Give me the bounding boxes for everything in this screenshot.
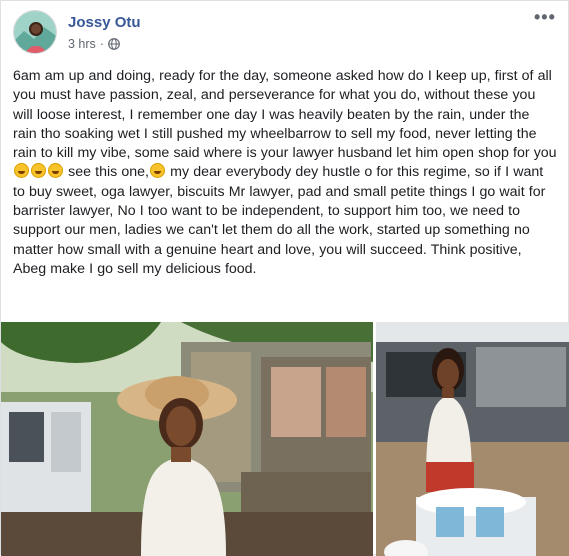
author-name[interactable]: Jossy Otu [68,14,141,31]
laughing-emoji-icon [14,163,29,179]
post-text-part-1: 6am am up and doing, ready for the day, … [13,68,557,162]
facebook-post-card: Jossy Otu 3 hrs · ••• 6am am up and doin… [0,0,569,556]
post-photos [1,322,569,556]
globe-icon[interactable] [108,38,120,50]
profile-avatar[interactable] [13,10,57,54]
post-text-part-3: my dear everybody dey hustle o for this … [13,164,546,277]
post-text-part-2: see this one, [64,164,149,181]
post-meta: 3 hrs · [68,37,120,51]
photo-woman-straw-hat[interactable] [1,322,373,556]
laughing-emoji-icon [31,163,46,179]
laughing-emoji-icon [48,163,63,179]
photo-woman-with-cart[interactable] [376,322,569,556]
post-header: Jossy Otu 3 hrs · ••• [13,8,556,56]
post-timestamp[interactable]: 3 hrs [68,37,96,51]
relieved-emoji-icon [150,163,165,179]
post-body-text: 6am am up and doing, ready for the day, … [13,67,557,279]
more-options-icon[interactable]: ••• [534,8,556,28]
meta-separator: · [99,37,104,51]
